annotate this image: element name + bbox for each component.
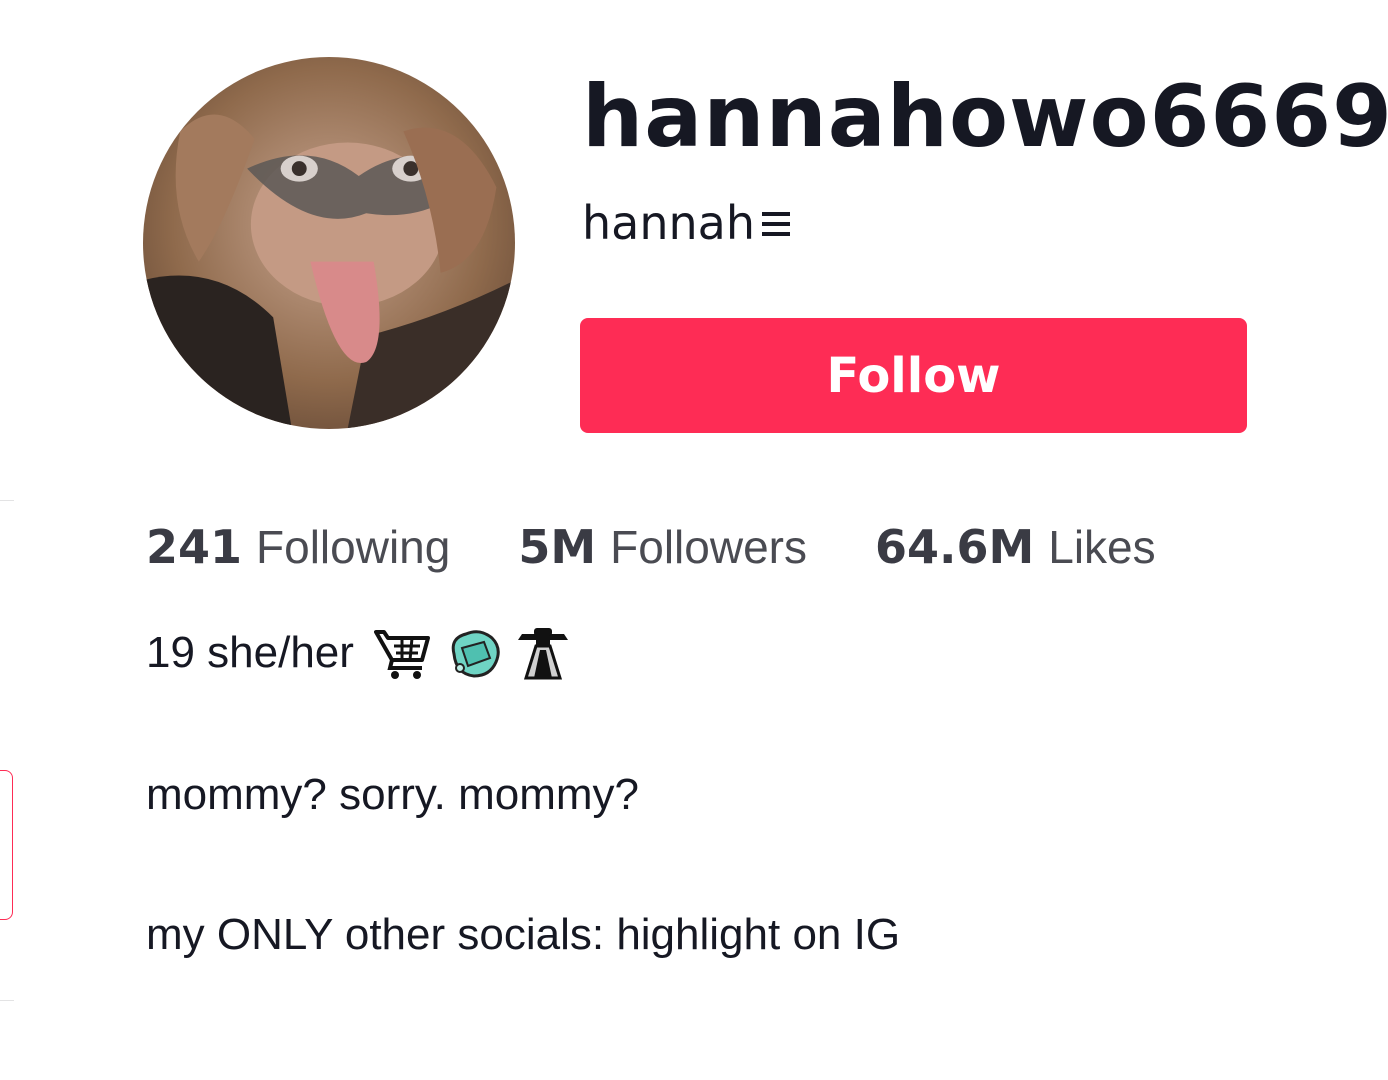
bio-line: my ONLY other socials: highlight on IG: [146, 910, 901, 959]
profile-page: hannahowo6669 hannah Follow 241 Followin…: [0, 0, 1388, 1080]
follow-button[interactable]: Follow: [580, 318, 1247, 433]
stat-value: 5M: [518, 520, 597, 574]
profile-nickname: hannah: [582, 196, 793, 251]
stat-value: 64.6M: [874, 520, 1035, 574]
bio-text: 19 she/her: [146, 628, 354, 677]
nickname-text: hannah: [582, 196, 755, 250]
stat-likes: 64.6M Likes: [875, 520, 1156, 574]
stat-label: Followers: [610, 521, 807, 573]
left-divider: [0, 500, 14, 501]
stat-followers[interactable]: 5M Followers: [518, 520, 807, 574]
avatar[interactable]: [143, 57, 515, 429]
stat-label: Following: [256, 521, 451, 573]
shopping-cart-icon: [373, 624, 432, 682]
ufo-icon: [514, 624, 572, 682]
profile-stats: 241 Following 5M Followers 64.6M Likes: [146, 520, 1156, 574]
soap-icon: [444, 624, 502, 682]
profile-username: hannahowo6669: [582, 67, 1388, 167]
left-divider: [0, 1000, 14, 1001]
left-panel-fragment: [0, 770, 13, 920]
menu-lines-icon: [759, 198, 793, 236]
bio-line: mommy? sorry. mommy?: [146, 770, 639, 819]
bio-line: 19 she/her: [146, 624, 572, 682]
stat-value: 241: [146, 520, 243, 574]
stat-label: Likes: [1048, 521, 1156, 573]
stat-following[interactable]: 241 Following: [146, 520, 450, 574]
